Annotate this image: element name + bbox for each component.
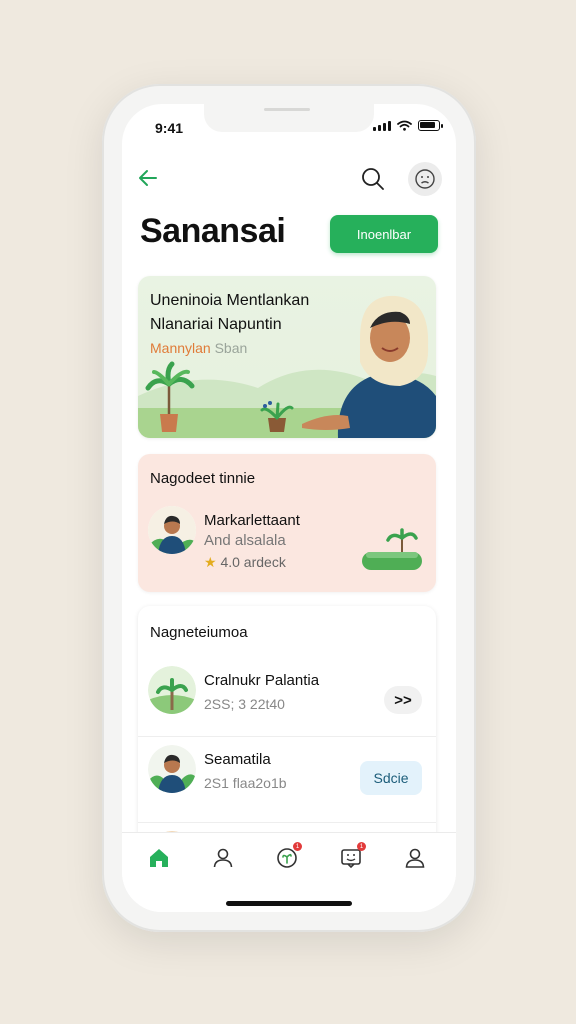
list-item-name: Cralnukr Palantia xyxy=(204,672,320,689)
recommend-rating: ★ 4.0 ardeck xyxy=(204,554,286,571)
rating-suffix: ardeck xyxy=(239,554,286,570)
primary-cta-button[interactable]: Inoenlbar xyxy=(330,215,438,253)
signal-icon xyxy=(373,120,391,131)
recommend-avatar xyxy=(148,506,196,554)
star-icon: ★ xyxy=(204,554,217,570)
notch xyxy=(204,104,374,132)
tab-messages[interactable]: 1 xyxy=(336,842,366,873)
list-item-avatar xyxy=(148,745,196,793)
recommend-subtitle: And alsalala xyxy=(204,532,286,549)
tab-home[interactable] xyxy=(144,843,174,873)
list-item-subtitle: 2S1 flaa2o1b xyxy=(204,775,287,791)
notification-badge: 1 xyxy=(357,842,366,851)
hero-subtitle-rest: Sban xyxy=(210,340,248,356)
recommend-card[interactable]: Nagodeet tinnie Markarlettaant And alsal… xyxy=(138,454,436,592)
list-title: Nagneteiumoa xyxy=(150,624,248,641)
recommend-title: Nagodeet tinnie xyxy=(150,470,256,487)
user-avatar-button[interactable] xyxy=(408,162,442,196)
list-item-name: Seamatila xyxy=(204,751,271,768)
hero-headline-line1: Uneninoia Mentlankan xyxy=(150,292,310,309)
hero-subtitle: Mannylan Sban xyxy=(150,340,247,356)
plant-tray-icon xyxy=(362,528,422,570)
tab-profile[interactable] xyxy=(208,843,238,873)
arrow-left-icon xyxy=(139,170,157,186)
forward-button[interactable]: >> xyxy=(384,686,422,714)
screen: 9:41 Sanansai Inoenlbar Uneninoia Mentla… xyxy=(122,104,456,912)
list-item-action-button[interactable]: Sdcie xyxy=(360,761,422,795)
home-icon xyxy=(150,849,168,867)
battery-icon xyxy=(418,120,443,131)
rating-value: 4.0 xyxy=(220,554,240,570)
profile-icon xyxy=(213,848,233,868)
page-title: Sanansai xyxy=(140,212,286,250)
search-button[interactable] xyxy=(358,164,388,194)
list-item[interactable]: Cralnukr Palantia 2SS; 3 22t40 >> xyxy=(138,658,436,744)
back-button[interactable] xyxy=(136,166,162,192)
hero-banner[interactable]: Uneninoia Mentlankan Nlanariai Napuntin … xyxy=(138,276,436,438)
wifi-icon xyxy=(397,120,412,131)
list-item-subtitle: 2SS; 3 22t40 xyxy=(204,696,285,712)
status-time: 9:41 xyxy=(155,120,184,136)
tab-account[interactable] xyxy=(400,843,430,873)
top-bar xyxy=(136,162,442,198)
phone-frame: 9:41 Sanansai Inoenlbar Uneninoia Mentla… xyxy=(102,84,476,932)
account-icon xyxy=(405,848,425,868)
notification-badge: 1 xyxy=(293,842,302,851)
face-icon xyxy=(415,169,435,189)
list-item[interactable]: Seamatila 2S1 flaa2o1b Sdcie xyxy=(138,736,436,822)
hero-subtitle-accent: Mannylan xyxy=(150,340,211,356)
recommend-name: Markarlettaant xyxy=(204,512,300,529)
list-item-avatar xyxy=(148,666,196,714)
tab-plant-chat[interactable]: 1 xyxy=(272,842,302,873)
bottom-tab-bar: 1 1 xyxy=(122,832,456,912)
hero-headline-line2: Nlanariai Napuntin xyxy=(150,316,282,333)
home-indicator xyxy=(226,901,352,906)
status-icons xyxy=(373,120,443,131)
search-icon xyxy=(362,168,384,190)
